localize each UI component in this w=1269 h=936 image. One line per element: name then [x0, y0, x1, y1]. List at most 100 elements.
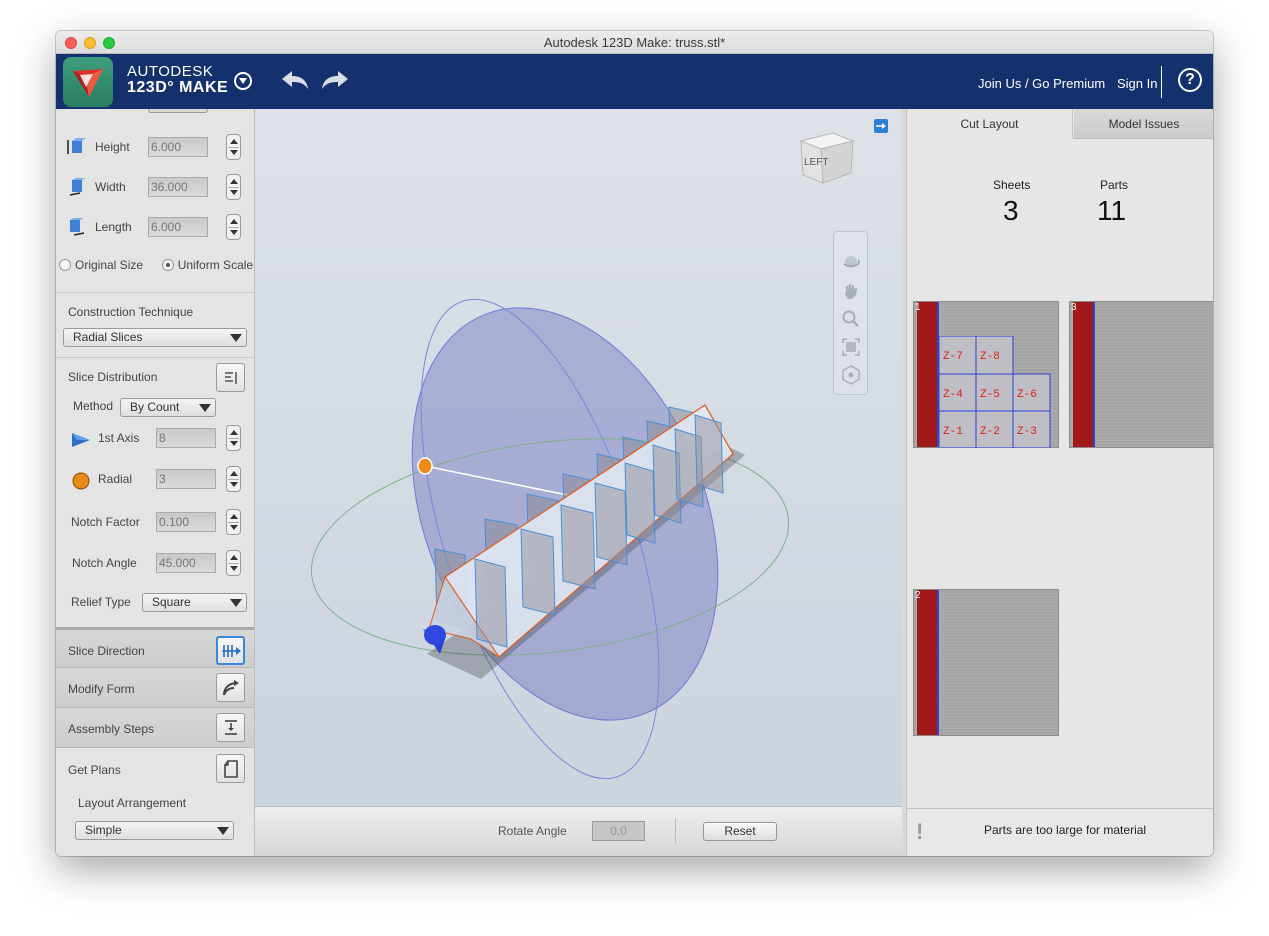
- length-input[interactable]: [148, 217, 208, 237]
- app-window: Autodesk 123D Make: truss.stl* AUTODESK …: [56, 31, 1213, 856]
- method-select[interactable]: By Count: [120, 398, 216, 417]
- app-header: AUTODESK 123D° MAKE Join Us / Go Premium…: [56, 54, 1213, 109]
- pan-icon[interactable]: [841, 281, 861, 301]
- width-row: Width: [56, 173, 254, 200]
- status-message: Parts are too large for material: [984, 823, 1147, 837]
- slice-direction-icon[interactable]: [216, 636, 245, 665]
- status-bar: ! Parts are too large for material: [907, 808, 1213, 856]
- reset-button[interactable]: Reset: [703, 822, 777, 841]
- undo-icon[interactable]: [278, 68, 310, 94]
- zoom-icon[interactable]: [841, 309, 861, 329]
- first-axis-label: 1st Axis: [98, 431, 140, 445]
- construction-technique-select[interactable]: Radial Slices: [63, 328, 247, 347]
- method-value: By Count: [130, 400, 180, 414]
- brand-line-2: 123D° MAKE: [127, 79, 229, 96]
- length-stepper[interactable]: [226, 214, 241, 240]
- model-scene[interactable]: [255, 109, 902, 806]
- title-bar: Autodesk 123D Make: truss.stl*: [56, 31, 1213, 54]
- width-stepper[interactable]: [226, 174, 241, 200]
- rotate-angle-input[interactable]: 0.0: [592, 821, 645, 841]
- assembly-steps-icon[interactable]: [216, 713, 245, 742]
- first-axis-stepper[interactable]: [226, 425, 241, 451]
- home-view-icon[interactable]: [841, 365, 861, 385]
- view-cube[interactable]: LEFT: [795, 127, 863, 191]
- step-slice-direction[interactable]: Slice Direction: [56, 627, 254, 667]
- assembly-steps-label: Assembly Steps: [68, 722, 155, 736]
- sign-in-link[interactable]: Sign In: [1117, 76, 1157, 91]
- chevron-down-icon: [230, 599, 242, 607]
- original-size-radio[interactable]: [59, 259, 71, 271]
- relief-type-label: Relief Type: [71, 595, 131, 609]
- close-window-button[interactable]: [65, 37, 77, 49]
- height-input[interactable]: [148, 137, 208, 157]
- notch-factor-input[interactable]: [156, 512, 216, 532]
- first-axis-icon: [72, 433, 90, 447]
- navigation-toolbar: [833, 231, 868, 395]
- tab-model-issues[interactable]: Model Issues: [1074, 109, 1213, 139]
- minimize-window-button[interactable]: [84, 37, 96, 49]
- chevron-down-icon: [199, 404, 211, 412]
- expand-icon[interactable]: [874, 119, 888, 133]
- view-cube-face-label: LEFT: [804, 157, 828, 168]
- relief-type-select[interactable]: Square: [142, 593, 247, 612]
- parts-label: Parts: [1100, 178, 1129, 192]
- radial-icon: [72, 472, 90, 490]
- list-icon[interactable]: [216, 363, 245, 392]
- first-axis-input[interactable]: [156, 428, 216, 448]
- get-plans-icon[interactable]: [216, 754, 245, 783]
- brand-name: AUTODESK 123D° MAKE: [127, 64, 228, 96]
- width-input[interactable]: [148, 177, 208, 197]
- scrolled-button-stub[interactable]: [148, 109, 208, 113]
- notch-angle-stepper[interactable]: [226, 550, 241, 576]
- help-icon[interactable]: ?: [1178, 68, 1202, 92]
- slice-distribution-title: Slice Distribution: [68, 370, 158, 384]
- part-label: Z-6: [1017, 389, 1037, 401]
- header-divider: [1161, 66, 1162, 98]
- part-label: Z-4: [943, 389, 963, 401]
- layout-arrangement-value: Simple: [85, 823, 122, 837]
- radial-input[interactable]: [156, 469, 216, 489]
- 3d-viewport[interactable]: LEFT: [255, 109, 902, 806]
- sheet-thumbnail[interactable]: 2: [913, 589, 1059, 736]
- modify-form-icon[interactable]: [216, 673, 245, 702]
- right-panel: Cut Layout Model Issues Sheets 3 Parts 1…: [906, 109, 1213, 856]
- parts-count: 11: [1097, 195, 1127, 226]
- get-plans-label: Get Plans: [68, 763, 121, 777]
- chevron-down-icon: [230, 334, 242, 342]
- maximize-window-button[interactable]: [103, 37, 115, 49]
- height-label: Height: [95, 140, 130, 154]
- notch-factor-stepper[interactable]: [226, 509, 241, 535]
- step-assembly-steps[interactable]: Assembly Steps: [56, 707, 254, 747]
- layout-arrangement-label: Layout Arrangement: [78, 796, 187, 810]
- length-icon: [70, 218, 85, 236]
- height-row: Height: [56, 133, 254, 160]
- scale-mode-group: Original Size Uniform Scale: [59, 258, 253, 272]
- step-modify-form[interactable]: Modify Form: [56, 667, 254, 707]
- chevron-down-icon: [217, 827, 229, 835]
- orbit-icon[interactable]: [841, 252, 861, 272]
- join-premium-link[interactable]: Join Us / Go Premium: [978, 76, 1105, 91]
- part-label: Z-2: [980, 426, 1000, 438]
- rotate-angle-label: Rotate Angle: [498, 824, 567, 838]
- tab-cut-layout[interactable]: Cut Layout: [907, 109, 1073, 139]
- part-label: Z-8: [980, 351, 1000, 363]
- get-plans-section: Get Plans Layout Arrangement Simple: [56, 747, 254, 856]
- bottom-bar-divider: [675, 818, 676, 844]
- sheet-thumbnail[interactable]: 3: [1069, 301, 1213, 448]
- window-title: Autodesk 123D Make: truss.stl*: [543, 35, 726, 50]
- length-label: Length: [95, 220, 132, 234]
- sheets-count: 3: [1003, 195, 1019, 226]
- dropdown-icon[interactable]: [234, 72, 252, 90]
- uniform-scale-radio[interactable]: [161, 259, 174, 271]
- relief-type-value: Square: [152, 595, 191, 609]
- sheet-thumbnail[interactable]: 1 Z-7 Z-8 Z-4 Z-5 Z-6 Z-1 Z-2 Z-3: [913, 301, 1059, 448]
- layout-arrangement-select[interactable]: Simple: [75, 821, 234, 840]
- original-size-label: Original Size: [75, 258, 144, 272]
- height-stepper[interactable]: [226, 134, 241, 160]
- fit-icon[interactable]: [841, 337, 861, 357]
- radial-stepper[interactable]: [226, 466, 241, 492]
- radial-label: Radial: [98, 472, 133, 486]
- logo-icon: [63, 57, 113, 107]
- notch-angle-input[interactable]: [156, 553, 216, 573]
- redo-icon[interactable]: [320, 68, 352, 94]
